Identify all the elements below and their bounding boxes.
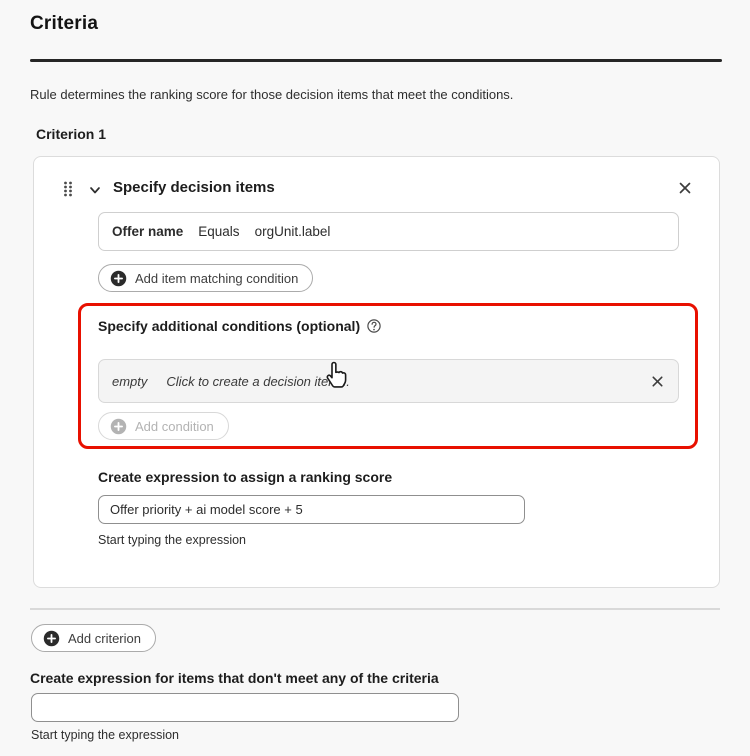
ranking-expression-helper: Start typing the expression — [98, 533, 246, 547]
add-criterion-button[interactable]: Add criterion — [31, 624, 156, 652]
fallback-expression-helper: Start typing the expression — [31, 728, 179, 742]
plus-circle-icon — [43, 630, 60, 647]
empty-condition-row[interactable]: empty Click to create a decision item... — [98, 359, 679, 403]
criterion-label: Criterion 1 — [36, 126, 106, 142]
ranking-expression-title: Create expression to assign a ranking sc… — [98, 469, 392, 485]
fallback-expression-input[interactable] — [31, 693, 459, 722]
section-title: Specify decision items — [113, 179, 275, 196]
add-item-matching-condition-button[interactable]: Add item matching condition — [98, 264, 313, 292]
add-condition-button[interactable]: Add condition — [98, 412, 229, 440]
condition-field: Offer name — [112, 224, 183, 239]
help-icon[interactable] — [367, 319, 381, 333]
title-divider — [30, 59, 722, 62]
plus-circle-icon — [110, 270, 127, 287]
item-matching-condition-row[interactable]: Offer name Equals orgUnit.label — [98, 212, 679, 251]
criterion-card: Specify decision items Offer name Equals… — [33, 156, 720, 588]
ranking-expression-input[interactable] — [98, 495, 525, 524]
add-condition-label: Add condition — [135, 419, 214, 434]
additional-conditions-header: Specify additional conditions (optional) — [98, 318, 381, 334]
chevron-down-icon[interactable] — [89, 183, 101, 195]
additional-conditions-title: Specify additional conditions (optional) — [98, 318, 360, 334]
fallback-expression-title: Create expression for items that don't m… — [30, 670, 439, 686]
remove-condition-icon[interactable] — [650, 374, 665, 389]
section-divider — [30, 608, 720, 610]
close-icon[interactable] — [677, 180, 693, 196]
add-item-matching-condition-label: Add item matching condition — [135, 271, 298, 286]
plus-circle-icon — [110, 418, 127, 435]
criterion-card-header: Specify decision items — [34, 179, 719, 201]
condition-value: orgUnit.label — [255, 224, 331, 239]
condition-operator: Equals — [198, 224, 239, 239]
criteria-page: Criteria Rule determines the ranking sco… — [0, 0, 750, 756]
add-criterion-label: Add criterion — [68, 631, 141, 646]
empty-condition-label: empty — [112, 374, 147, 389]
page-title: Criteria — [30, 13, 98, 35]
page-description: Rule determines the ranking score for th… — [30, 87, 513, 102]
drag-handle-icon[interactable] — [63, 181, 73, 197]
empty-condition-hint: Click to create a decision item... — [166, 374, 350, 389]
